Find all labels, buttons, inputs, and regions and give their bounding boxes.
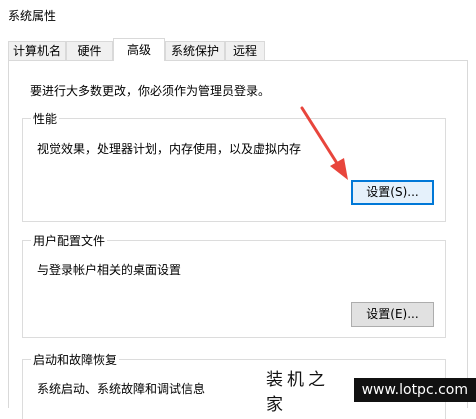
performance-group: 性能 视觉效果，处理器计划，内存使用，以及虚拟内存 设置(S)... — [22, 110, 446, 222]
user-profiles-group: 用户配置文件 与登录帐户相关的桌面设置 设置(E)... — [22, 232, 446, 338]
admin-notice: 要进行大多数更改，你必须作为管理员登录。 — [30, 84, 271, 98]
tab-label: 系统保护 — [170, 44, 219, 58]
tab-label: 计算机名 — [12, 44, 61, 58]
user-profiles-description: 与登录帐户相关的桌面设置 — [37, 263, 182, 277]
performance-description: 视觉效果，处理器计划，内存使用，以及虚拟内存 — [37, 142, 302, 156]
arrow-shaft — [300, 106, 342, 170]
arrow-head — [330, 158, 348, 180]
startup-recovery-description: 系统启动、系统故障和调试信息 — [37, 382, 206, 396]
tab-system-protection[interactable]: 系统保护 — [165, 41, 225, 60]
title-bar: 系统属性 — [0, 0, 476, 30]
tab-computer-name[interactable]: 计算机名 — [8, 41, 66, 60]
startup-recovery-group-title: 启动和故障恢复 — [31, 351, 120, 368]
tab-strip: 计算机名 硬件 高级 系统保护 远程 — [0, 38, 476, 61]
user-profiles-group-title: 用户配置文件 — [31, 232, 108, 249]
tab-advanced[interactable]: 高级 — [113, 38, 165, 61]
tab-label: 远程 — [232, 44, 257, 58]
tab-hardware[interactable]: 硬件 — [66, 41, 113, 60]
tab-remote[interactable]: 远程 — [225, 41, 265, 60]
performance-settings-button[interactable]: 设置(S)... — [351, 180, 434, 205]
performance-group-title: 性能 — [31, 110, 60, 127]
watermark: 装机之家 www.lotpc.com — [266, 370, 476, 415]
user-profiles-settings-button[interactable]: 设置(E)... — [351, 302, 434, 327]
window-title: 系统属性 — [8, 9, 57, 23]
tab-label: 高级 — [126, 43, 151, 57]
watermark-url: www.lotpc.com — [353, 378, 476, 402]
tab-label: 硬件 — [77, 44, 102, 58]
red-arrow-annotation — [300, 106, 348, 180]
